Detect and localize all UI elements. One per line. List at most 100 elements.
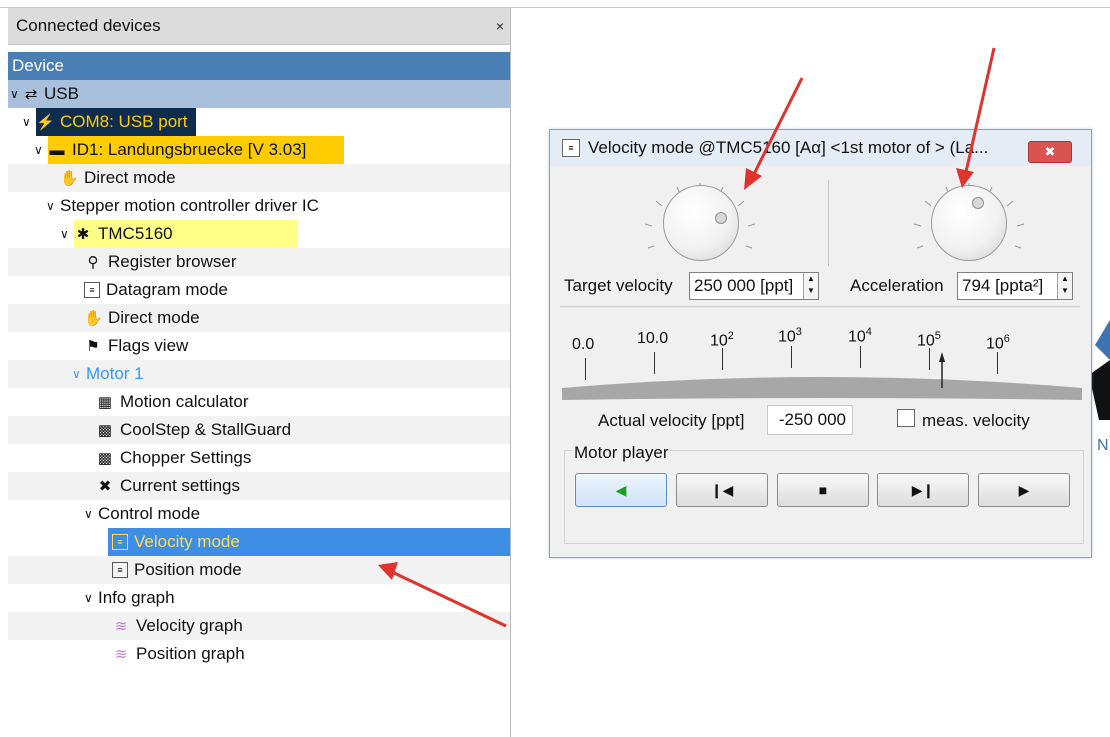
velocity-mode-dialog: ≡ Velocity mode @TMC5160 [Aα] <1st motor… (549, 129, 1092, 558)
hand-icon: ✋ (84, 310, 103, 327)
panel-title-bar: Connected devices × (8, 8, 510, 45)
spin-arrows-icon[interactable]: ▲ ▼ (803, 273, 818, 299)
tree-item-direct-mode-2[interactable]: ✋ Direct mode (8, 304, 510, 332)
tree-item-control-mode[interactable]: ∨ Control mode (8, 500, 510, 528)
tree-label: Current settings (120, 476, 240, 495)
skip-back-button[interactable]: ❙◀ (676, 473, 768, 507)
spin-arrows-icon[interactable]: ▲ ▼ (1057, 273, 1072, 299)
tree-item-position-graph[interactable]: ≋ Position graph (8, 640, 510, 668)
tools-icon: ✖ (98, 478, 112, 495)
tree-item-chopper-settings[interactable]: ▩ Chopper Settings (8, 444, 510, 472)
plug-icon: ⚡ (36, 114, 55, 131)
svg-text:N: N (1097, 437, 1109, 454)
knob-divider (828, 180, 829, 266)
datagram-icon: ≡ (112, 534, 128, 550)
meas-velocity-checkbox[interactable] (897, 409, 915, 427)
scale-label-1e4: 104 (848, 326, 872, 346)
flag-icon: ⚑ (86, 338, 100, 355)
tree-label: Position graph (136, 644, 245, 663)
tree-item-info-graph[interactable]: ∨ Info graph (8, 584, 510, 612)
left-arrow-icon: ◀ (615, 482, 627, 498)
tree-label: Info graph (98, 588, 175, 607)
skip-forward-button[interactable]: ▶❙ (877, 473, 969, 507)
tree-label: Chopper Settings (120, 448, 252, 467)
panel-title: Connected devices (16, 16, 161, 35)
tree-label: Motion calculator (120, 392, 249, 411)
chevron-down-icon[interactable]: ∨ (84, 591, 95, 605)
dialog-title-bar[interactable]: ≡ Velocity mode @TMC5160 [Aα] <1st motor… (550, 130, 1091, 166)
tree-item-direct-mode[interactable]: ✋ Direct mode (8, 164, 510, 192)
actual-velocity-label: Actual velocity [ppt] (598, 411, 745, 430)
chevron-down-icon[interactable]: ∨ (22, 115, 33, 129)
stop-icon: ■ (818, 482, 828, 498)
right-arrow-icon: ▶ (1018, 482, 1030, 498)
target-velocity-label: Target velocity (564, 276, 673, 295)
motor-player-title: Motor player (572, 443, 671, 463)
acceleration-value: 794 [ppta²] (962, 276, 1044, 295)
device-column-header: Device (8, 52, 510, 80)
tree-label: USB (44, 84, 79, 103)
tree-item-usb[interactable]: ∨ ⇄ USB (8, 80, 510, 108)
board-icon: ▬ (49, 141, 65, 159)
target-velocity-value: 250 000 [ppt] (694, 276, 794, 295)
rotate-left-button[interactable]: ◀ (575, 473, 667, 507)
datagram-icon: ≡ (84, 282, 100, 298)
tree-label: Flags view (108, 336, 189, 355)
scale-label-1e3: 103 (778, 326, 802, 346)
tree-item-tmc5160[interactable]: ∨ ✱ TMC5160 (8, 220, 510, 248)
tree-item-com8[interactable]: ∨ ⚡ COM8: USB port (8, 108, 510, 136)
tree-label: Register browser (108, 252, 237, 271)
calculator-icon: ▦ (97, 394, 113, 411)
chevron-down-icon[interactable]: ∨ (84, 507, 95, 521)
chevron-down-icon[interactable]: ∨ (72, 367, 83, 381)
tree-item-coolstep[interactable]: ▩ CoolStep & StallGuard (8, 416, 510, 444)
acceleration-spinbox[interactable]: 794 [ppta²] ▲ ▼ (957, 272, 1073, 300)
tree-label: TMC5160 (98, 224, 173, 243)
section-divider (560, 306, 1080, 307)
graph-icon: ≋ (114, 618, 128, 635)
tree-item-flags-view[interactable]: ⚑ Flags view (8, 332, 510, 360)
chevron-down-icon[interactable]: ∨ (46, 199, 57, 213)
acceleration-knob[interactable] (931, 185, 1007, 261)
search-icon: ⚲ (87, 254, 99, 271)
tree-item-register-browser[interactable]: ⚲ Register browser (8, 248, 510, 276)
tree-item-velocity-mode[interactable]: ≡ Velocity mode (8, 528, 510, 556)
tree-item-current-settings[interactable]: ✖ Current settings (8, 472, 510, 500)
actual-velocity-field: -250 000 (767, 405, 853, 435)
motor-player-group: Motor player ◀ ❙◀ ■ ▶❙ ▶ (564, 443, 1084, 544)
target-velocity-spinbox[interactable]: 250 000 [ppt] ▲ ▼ (689, 272, 819, 300)
chevron-down-icon[interactable]: ∨ (34, 143, 45, 157)
tree-label: Datagram mode (106, 280, 228, 299)
stop-button[interactable]: ■ (777, 473, 869, 507)
tree-label: Stepper motion controller driver IC (60, 196, 319, 215)
chevron-down-icon[interactable]: ∨ (10, 87, 21, 101)
graph-icon: ≋ (114, 646, 128, 663)
tree-item-id1[interactable]: ∨ ▬ ID1: Landungsbruecke [V 3.03] (8, 136, 510, 164)
tree-label: Position mode (134, 560, 242, 579)
skip-forward-icon: ▶❙ (911, 482, 935, 498)
tree-label: Velocity graph (136, 616, 243, 635)
tree-item-motor-1[interactable]: ∨ Motor 1 (8, 360, 510, 388)
tree-label: CoolStep & StallGuard (120, 420, 292, 439)
tree-item-datagram-mode[interactable]: ≡ Datagram mode (8, 276, 510, 304)
device-header-label: Device (12, 56, 64, 75)
target-velocity-knob[interactable] (663, 185, 739, 261)
skip-back-icon: ❙◀ (710, 482, 734, 498)
usb-icon: ⇄ (24, 86, 38, 103)
panel-close-button[interactable]: × (496, 18, 504, 34)
chart-bars-icon: ▩ (97, 450, 113, 467)
tree-item-stepper-ic[interactable]: ∨ Stepper motion controller driver IC (8, 192, 510, 220)
tree-item-velocity-graph[interactable]: ≋ Velocity graph (8, 612, 510, 640)
rotate-right-button[interactable]: ▶ (978, 473, 1070, 507)
tree-label: Velocity mode (134, 532, 240, 551)
chevron-down-icon[interactable]: ∨ (60, 227, 71, 241)
dialog-title: Velocity mode @TMC5160 [Aα] <1st motor o… (588, 138, 989, 157)
tree-item-motion-calculator[interactable]: ▦ Motion calculator (8, 388, 510, 416)
tree-item-position-mode[interactable]: ≡ Position mode (8, 556, 510, 584)
tree-label: ID1: Landungsbruecke [V 3.03] (72, 140, 307, 159)
chip-icon: ✱ (76, 226, 90, 243)
tree-label: COM8: USB port (60, 112, 188, 131)
chart-bars-icon: ▩ (97, 422, 113, 439)
dialog-close-button[interactable]: ✖ (1028, 141, 1072, 163)
connected-devices-panel: Connected devices × Device ∨ ⇄ USB ∨ ⚡ COM8… (8, 8, 511, 737)
